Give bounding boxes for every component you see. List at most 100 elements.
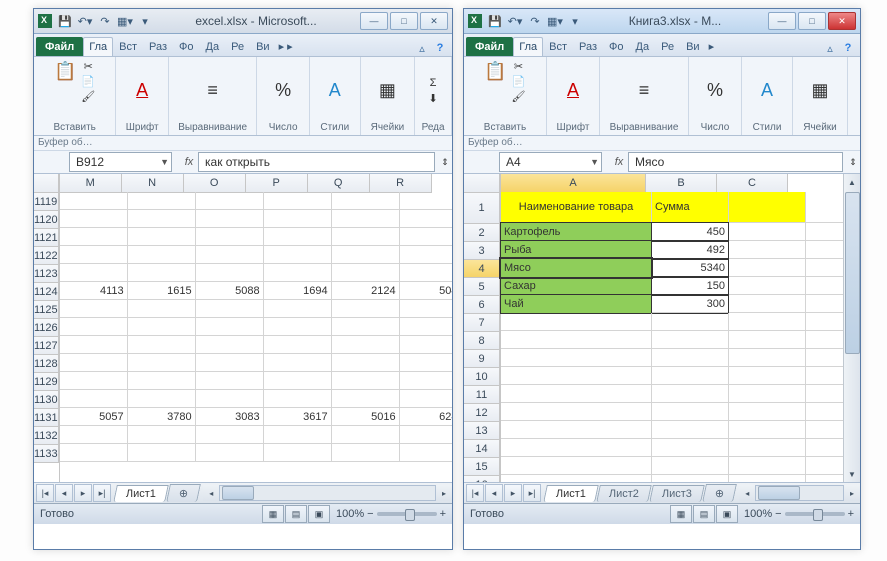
row-header[interactable]: 1 [464, 193, 500, 224]
qat-dropdown-icon[interactable]: ▾ [566, 12, 584, 30]
cell[interactable] [332, 426, 400, 443]
col-header[interactable]: A [501, 174, 646, 193]
col-header[interactable]: Q [308, 174, 370, 193]
cell[interactable] [196, 318, 264, 335]
sheet-nav[interactable]: |◂◂▸▸| [34, 484, 114, 502]
row-header[interactable]: 1128 [34, 355, 59, 373]
format-painter-icon[interactable]: 🖌 [80, 89, 96, 103]
number-icon[interactable]: % [271, 79, 295, 103]
row-header[interactable]: 13 [464, 422, 500, 440]
save-icon[interactable]: 💾 [486, 12, 504, 30]
cell[interactable] [128, 354, 196, 371]
cut-icon[interactable]: ✂ [80, 59, 96, 73]
view-break-icon[interactable]: ▣ [308, 505, 330, 523]
row-header[interactable]: 1129 [34, 373, 59, 391]
row-header[interactable]: 5 [464, 278, 500, 296]
worksheet-grid[interactable]: 12345678910111213141516 A B C Наименован… [464, 174, 860, 482]
cell[interactable] [128, 336, 196, 353]
row-header[interactable]: 1121 [34, 229, 59, 247]
cell[interactable] [729, 367, 806, 384]
formula-input[interactable]: Мясо [628, 152, 843, 172]
cell[interactable] [128, 318, 196, 335]
row-header[interactable]: 1120 [34, 211, 59, 229]
cell[interactable] [501, 331, 652, 348]
cell[interactable] [729, 457, 806, 474]
cell[interactable] [196, 246, 264, 263]
horizontal-scrollbar[interactable]: ◂▸ [203, 485, 452, 501]
cell[interactable] [264, 264, 332, 281]
cell[interactable]: 4113 [60, 282, 128, 299]
cell[interactable]: Рыба [500, 240, 652, 260]
view-normal-icon[interactable]: ▦ [262, 505, 284, 523]
cell[interactable]: 5016 [332, 408, 400, 425]
row-header[interactable]: 9 [464, 350, 500, 368]
cell[interactable] [400, 228, 452, 245]
row-header[interactable]: 1124 [34, 283, 59, 301]
cell[interactable] [652, 457, 729, 474]
cell[interactable] [60, 300, 128, 317]
cell[interactable] [332, 264, 400, 281]
cell[interactable]: Наименование товара [501, 192, 652, 222]
minimize-button[interactable]: — [768, 12, 796, 30]
cell[interactable] [652, 331, 729, 348]
cell[interactable]: Сумма [652, 192, 729, 222]
tab-view[interactable]: Ви [680, 37, 705, 56]
cell[interactable] [264, 300, 332, 317]
help-icon[interactable]: ? [432, 40, 448, 56]
cell[interactable] [196, 264, 264, 281]
cell[interactable] [332, 246, 400, 263]
cell[interactable] [652, 313, 729, 330]
titlebar[interactable]: 💾 ↶▾ ↷ ▦▾ ▾ excel.xlsx - Microsoft... — … [34, 9, 452, 34]
cell[interactable]: 5044 [400, 282, 452, 299]
tab-data[interactable]: Да [200, 37, 226, 56]
row-header[interactable]: 1130 [34, 391, 59, 409]
view-break-icon[interactable]: ▣ [716, 505, 738, 523]
tab-home[interactable]: Гла [513, 37, 543, 56]
col-header[interactable]: M [60, 174, 122, 193]
paste-icon[interactable]: 📋 [53, 59, 77, 83]
select-all-corner[interactable] [464, 174, 500, 193]
cell[interactable] [196, 210, 264, 227]
cell[interactable] [128, 264, 196, 281]
cell[interactable] [332, 444, 400, 461]
cell[interactable]: 5057 [60, 408, 128, 425]
copy-icon[interactable]: 📄 [80, 74, 96, 88]
cell[interactable] [729, 385, 806, 402]
cell[interactable]: 1615 [128, 282, 196, 299]
cell[interactable] [501, 349, 652, 366]
col-header[interactable]: P [246, 174, 308, 193]
cell[interactable] [729, 295, 806, 312]
cell[interactable] [400, 354, 452, 371]
cell[interactable] [729, 475, 806, 482]
cell[interactable] [264, 210, 332, 227]
cell[interactable] [332, 300, 400, 317]
cell[interactable] [332, 372, 400, 389]
tab-layout[interactable]: Раз [573, 37, 603, 56]
cell[interactable]: 3780 [128, 408, 196, 425]
cell[interactable] [264, 246, 332, 263]
cell[interactable] [60, 390, 128, 407]
cell[interactable] [60, 372, 128, 389]
row-header[interactable]: 1131 [34, 409, 59, 427]
col-header[interactable]: R [370, 174, 432, 193]
sheet-tab[interactable]: Лист1 [113, 485, 169, 502]
cell[interactable] [501, 439, 652, 456]
col-header[interactable]: O [184, 174, 246, 193]
redo-icon[interactable]: ↷ [96, 12, 114, 30]
cell[interactable] [264, 444, 332, 461]
qat-more-icon[interactable]: ▦▾ [546, 12, 564, 30]
cell[interactable] [652, 421, 729, 438]
cell[interactable] [652, 349, 729, 366]
cell[interactable] [196, 300, 264, 317]
cell[interactable]: 5088 [196, 282, 264, 299]
cell[interactable]: 3083 [196, 408, 264, 425]
cell[interactable] [128, 390, 196, 407]
cell[interactable] [400, 336, 452, 353]
row-header[interactable]: 1125 [34, 301, 59, 319]
tab-overflow[interactable]: ▸ [706, 36, 718, 56]
tab-home[interactable]: Гла [83, 37, 113, 56]
help-icon[interactable]: ? [840, 40, 856, 56]
cell[interactable] [332, 354, 400, 371]
cut-icon[interactable]: ✂ [511, 59, 527, 73]
maximize-button[interactable]: □ [390, 12, 418, 30]
